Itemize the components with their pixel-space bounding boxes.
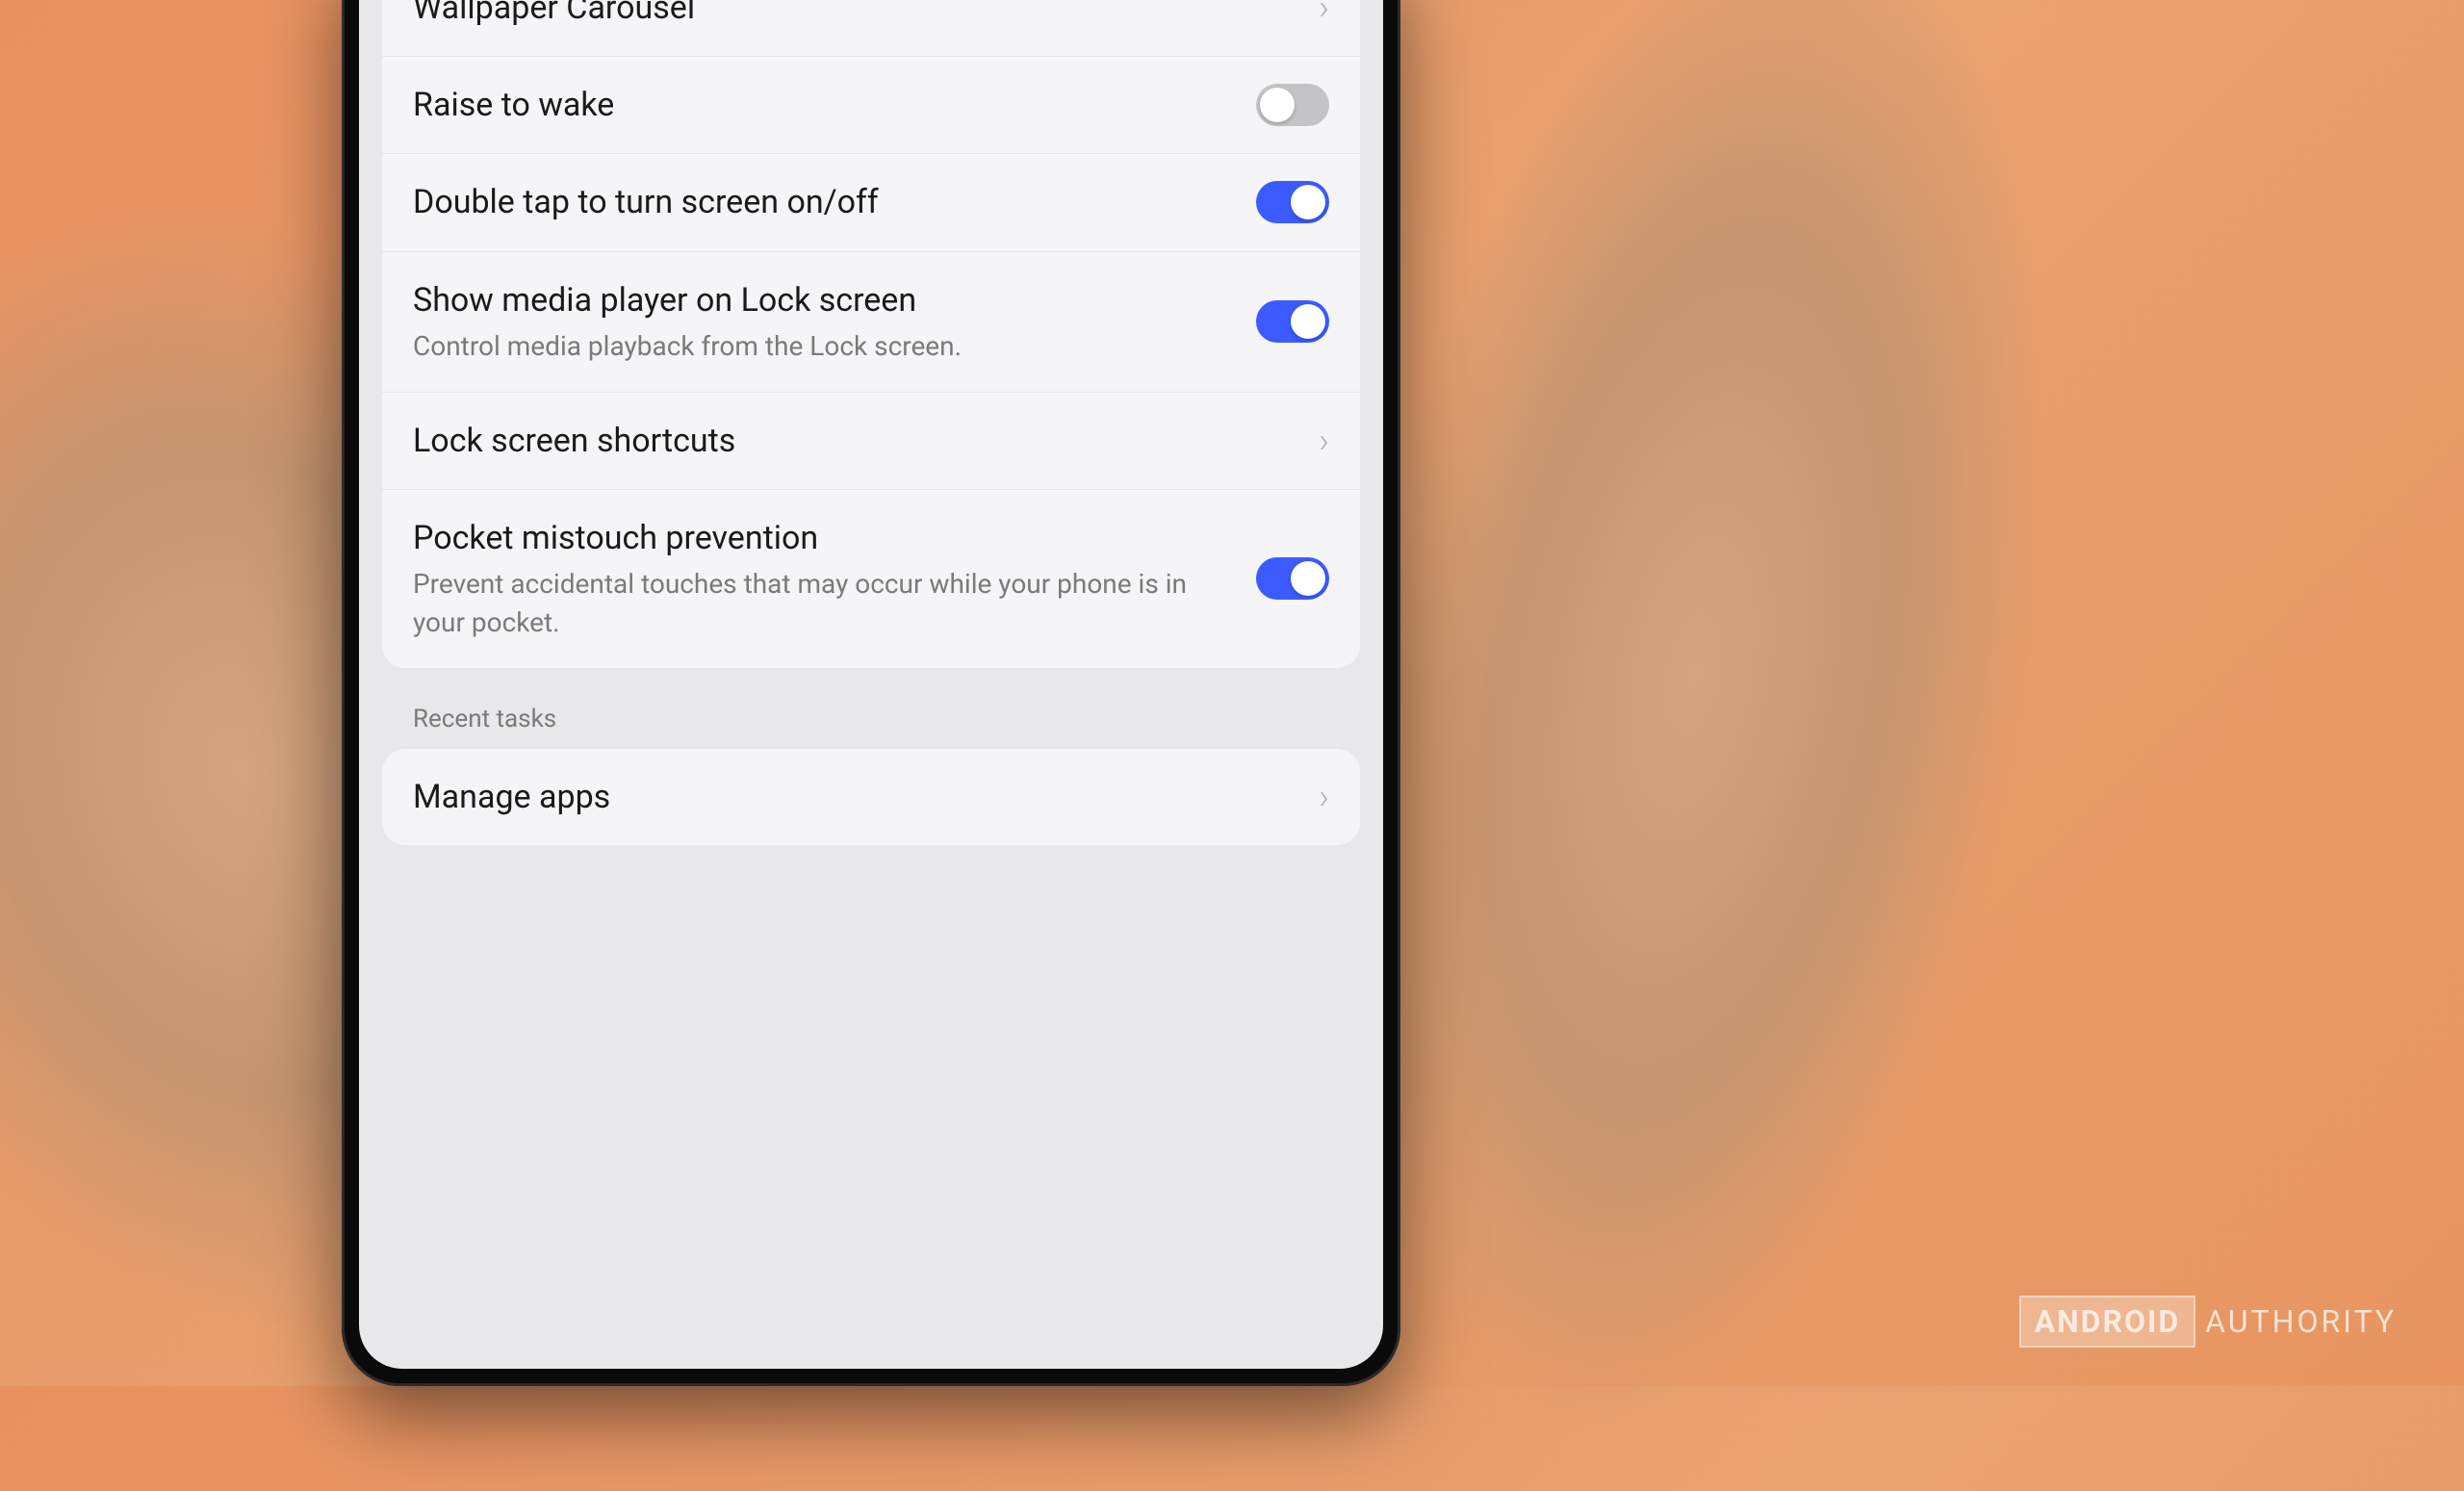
setting-pocket-mistouch[interactable]: Pocket mistouch prevention Prevent accid… [382, 490, 1360, 668]
phone-screen: Wallpaper Carousel › Raise to wake Doubl… [359, 0, 1383, 1369]
setting-title: Lock screen shortcuts [413, 420, 1303, 462]
setting-description: Prevent accidental touches that may occu… [413, 565, 1241, 640]
setting-lock-screen-shortcuts[interactable]: Lock screen shortcuts › [382, 393, 1360, 490]
settings-card-lockscreen: Wallpaper Carousel › Raise to wake Doubl… [382, 0, 1360, 668]
setting-title: Pocket mistouch prevention [413, 517, 1241, 559]
toggle-double-tap[interactable] [1256, 181, 1329, 223]
setting-manage-apps[interactable]: Manage apps › [382, 749, 1360, 845]
toggle-knob [1291, 304, 1325, 339]
setting-title: Raise to wake [413, 84, 1241, 126]
toggle-knob [1260, 88, 1295, 122]
watermark: ANDROID AUTHORITY [2019, 1296, 2397, 1348]
watermark-brand-light: AUTHORITY [2205, 1303, 2397, 1340]
settings-card-recent-tasks: Manage apps › [382, 749, 1360, 845]
setting-raise-to-wake[interactable]: Raise to wake [382, 57, 1360, 154]
setting-double-tap[interactable]: Double tap to turn screen on/off [382, 154, 1360, 251]
setting-title: Manage apps [413, 776, 1303, 818]
chevron-right-icon: › [1319, 0, 1329, 28]
toggle-knob [1291, 561, 1325, 596]
toggle-pocket-mistouch[interactable] [1256, 557, 1329, 600]
settings-list[interactable]: Wallpaper Carousel › Raise to wake Doubl… [359, 0, 1383, 845]
toggle-knob [1291, 185, 1325, 219]
phone-frame: Wallpaper Carousel › Raise to wake Doubl… [342, 0, 1400, 1386]
setting-title: Wallpaper Carousel [413, 0, 1303, 29]
setting-description: Control media playback from the Lock scr… [413, 327, 1241, 365]
setting-title: Show media player on Lock screen [413, 279, 1241, 321]
section-header-recent-tasks: Recent tasks [359, 697, 1383, 749]
setting-title: Double tap to turn screen on/off [413, 181, 1241, 223]
chevron-right-icon: › [1319, 421, 1329, 461]
toggle-raise-to-wake[interactable] [1256, 84, 1329, 126]
setting-wallpaper-carousel[interactable]: Wallpaper Carousel › [382, 0, 1360, 57]
chevron-right-icon: › [1319, 777, 1329, 817]
setting-media-player-lock[interactable]: Show media player on Lock screen Control… [382, 252, 1360, 393]
watermark-brand-bold: ANDROID [2019, 1296, 2196, 1348]
toggle-media-player[interactable] [1256, 300, 1329, 343]
